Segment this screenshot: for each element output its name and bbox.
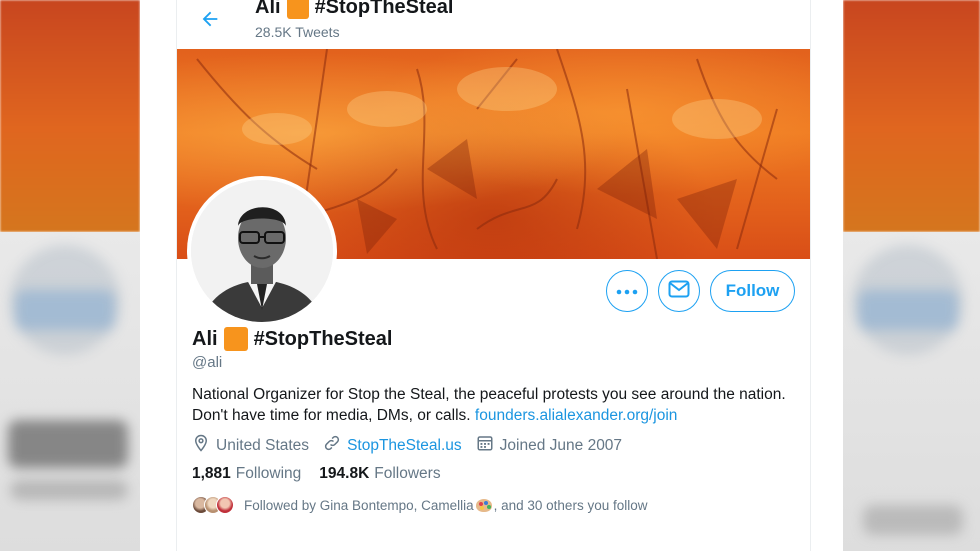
link-icon [323,434,347,457]
followers-label: Followers [374,465,441,482]
follow-button[interactable]: Follow [710,270,795,312]
followers-count: 194.8K [319,465,370,482]
header-name-suffix: #StopTheSteal [314,0,454,18]
followed-by-row[interactable]: Followed by Gina Bontempo, Camellia , an… [192,496,647,514]
orange-square-emoji-icon [223,327,248,351]
location-text: United States [216,436,310,454]
joined-item: Joined June 2007 [476,434,622,457]
calendar-icon [476,434,500,457]
profile-avatar[interactable] [187,176,337,326]
tweet-count: 28.5K Tweets [255,24,340,40]
joined-text: Joined June 2007 [499,436,623,454]
profile-column: Ali #StopTheSteal 28.5K Tweets Follow Al… [176,0,811,551]
message-button[interactable] [658,270,700,312]
envelope-icon [668,280,690,303]
avatar [216,496,234,514]
location-pin-icon [192,434,216,457]
display-name-prefix: Ali [192,327,218,350]
profile-bio: National Organizer for Stop the Steal, t… [192,384,792,426]
orange-square-emoji-icon [286,0,309,19]
followers-link[interactable]: 194.8K Followers [319,465,440,483]
profile-panel: Ali #StopTheSteal 28.5K Tweets Follow Al… [140,0,843,551]
following-label: Following [235,465,302,482]
follow-counts: 1,881 Following 194.8K Followers [192,465,459,483]
profile-meta: United States StopTheSteal.us Joined Jun… [192,434,636,457]
following-link[interactable]: 1,881 Following [192,465,301,483]
background-blur-right [843,0,980,551]
header-name-prefix: Ali [255,0,281,18]
more-button[interactable] [606,270,648,312]
followed-by-text-after: , and 30 others you follow [493,497,648,513]
bio-link[interactable]: founders.alialexander.org/join [475,407,678,424]
more-dots-icon [616,282,638,300]
display-name-suffix: #StopTheSteal [253,327,393,350]
profile-handle: @ali [192,354,223,371]
header-title: Ali #StopTheSteal [255,0,453,19]
artist-palette-emoji-icon [475,498,492,512]
website-item: StopTheSteal.us [323,434,462,457]
website-link[interactable]: StopTheSteal.us [347,437,462,455]
location-item: United States [192,434,309,457]
following-count: 1,881 [192,465,231,482]
followed-by-avatars [192,496,234,514]
followed-by-text: Followed by Gina Bontempo, Camellia [244,497,474,513]
background-blur-left [0,0,140,551]
arrow-left-icon[interactable] [199,8,221,30]
profile-display-name: Ali #StopTheSteal [192,327,392,351]
profile-header: Ali #StopTheSteal 28.5K Tweets [177,0,810,48]
